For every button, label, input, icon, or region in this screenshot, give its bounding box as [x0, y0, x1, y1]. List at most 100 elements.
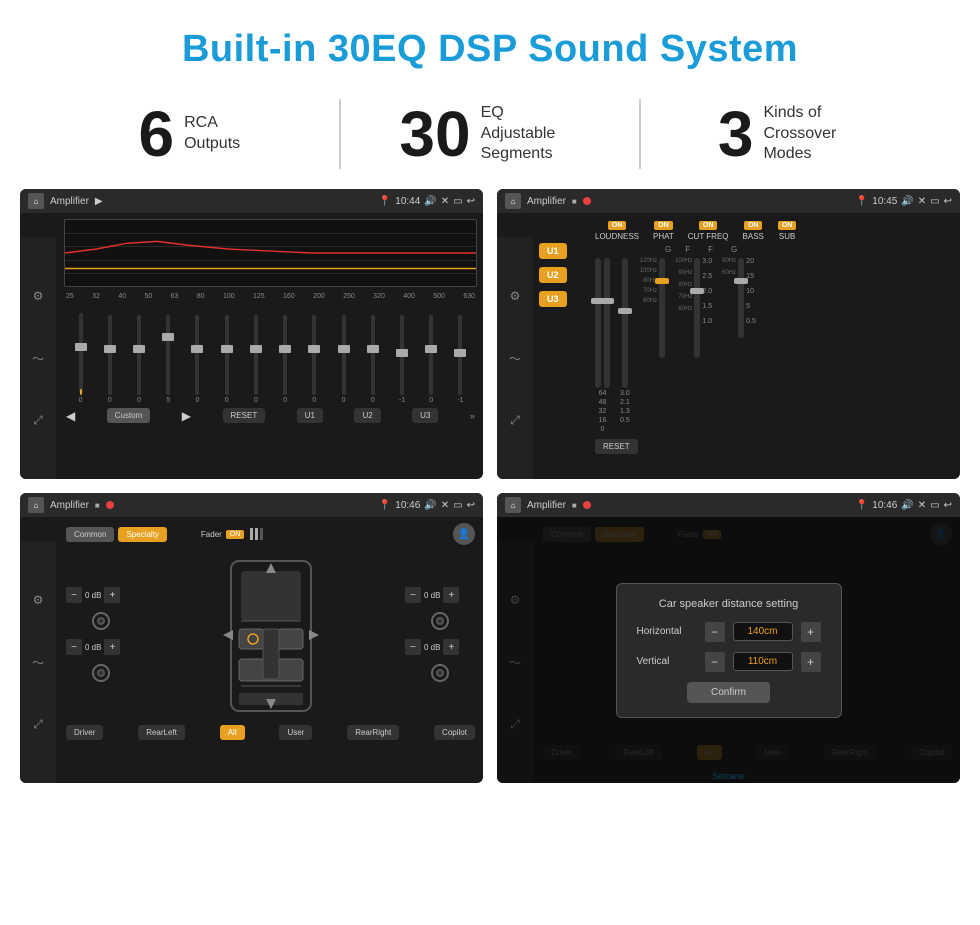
speaker-tune-icon[interactable]: ⚙ — [26, 588, 50, 612]
eq-thumb-5[interactable] — [221, 345, 233, 353]
speaker-common-btn[interactable]: Common — [66, 527, 114, 542]
eq-prev-icon[interactable]: ◀ — [66, 409, 75, 423]
eq-track-11[interactable] — [400, 315, 404, 395]
eq-thumb-3[interactable] — [162, 333, 174, 341]
amp-cutfreq-thumb[interactable] — [655, 278, 669, 284]
eq-thumb-13[interactable] — [454, 349, 466, 357]
speaker-window-icon[interactable]: ▭ — [453, 500, 462, 511]
eq-track-5[interactable] — [225, 315, 229, 395]
eq-u3-btn[interactable]: U3 — [412, 408, 438, 423]
eq-play-icon[interactable]: ▶ — [95, 196, 103, 207]
amp-on-phat[interactable]: ON — [654, 221, 673, 230]
speaker-rr-minus[interactable]: − — [405, 639, 421, 655]
distance-home-icon[interactable]: ⌂ — [505, 497, 521, 513]
amp-back-icon[interactable]: ↩ — [944, 196, 952, 207]
eq-track-9[interactable] — [342, 315, 346, 395]
distance-vol-icon[interactable]: 🔊 — [901, 500, 913, 511]
eq-thumb-7[interactable] — [279, 345, 291, 353]
amp-bass-track1[interactable] — [694, 258, 700, 358]
speaker-rearleft-btn[interactable]: RearLeft — [138, 725, 185, 740]
amp-cutfreq-track[interactable] — [659, 258, 665, 358]
speaker-fader-on[interactable]: ON — [226, 530, 245, 539]
eq-u1-btn[interactable]: U1 — [297, 408, 323, 423]
eq-track-12[interactable] — [429, 315, 433, 395]
amp-on-cutfreq[interactable]: ON — [699, 221, 718, 230]
speaker-fl-minus[interactable]: − — [66, 587, 82, 603]
eq-thumb-0[interactable] — [75, 343, 87, 351]
eq-track-8[interactable] — [312, 315, 316, 395]
eq-vol-icon[interactable]: 🔊 — [424, 196, 436, 207]
amp-reset-btn[interactable]: RESET — [595, 439, 638, 454]
eq-track-13[interactable] — [458, 315, 462, 395]
eq-track-0[interactable] — [79, 313, 83, 393]
eq-track-10[interactable] — [371, 315, 375, 395]
amp-on-loudness[interactable]: ON — [608, 221, 627, 230]
confirm-button[interactable]: Confirm — [687, 682, 770, 703]
eq-thumb-1[interactable] — [104, 345, 116, 353]
eq-track-2[interactable] — [137, 315, 141, 395]
eq-thumb-10[interactable] — [367, 345, 379, 353]
speaker-copilot-btn[interactable]: Copilot — [434, 725, 475, 740]
speaker-vol-icon[interactable]: 🔊 — [424, 500, 436, 511]
dialog-horizontal-minus[interactable]: − — [705, 622, 725, 642]
eq-wave-icon[interactable]: 〜 — [26, 346, 50, 370]
speaker-specialty-btn[interactable]: Specialty — [118, 527, 166, 542]
eq-track-4[interactable] — [195, 315, 199, 395]
eq-thumb-6[interactable] — [250, 345, 262, 353]
dialog-horizontal-plus[interactable]: + — [801, 622, 821, 642]
eq-close-icon[interactable]: ✕ — [441, 196, 449, 207]
amp-u2-btn[interactable]: U2 — [539, 267, 567, 283]
eq-back-icon[interactable]: ↩ — [467, 196, 475, 207]
speaker-rl-minus[interactable]: − — [66, 639, 82, 655]
eq-thumb-12[interactable] — [425, 345, 437, 353]
amp-u1-btn[interactable]: U1 — [539, 243, 567, 259]
amp-vol-icon[interactable]: 🔊 — [901, 196, 913, 207]
speaker-home-icon[interactable]: ⌂ — [28, 497, 44, 513]
amp-on-bass[interactable]: ON — [744, 221, 763, 230]
amp-sub-track[interactable] — [738, 258, 744, 338]
amp-loudness-track1[interactable] — [595, 258, 601, 388]
speaker-wave-icon[interactable]: 〜 — [26, 650, 50, 674]
speaker-back-icon[interactable]: ↩ — [467, 500, 475, 511]
speaker-avatar-icon[interactable]: 👤 — [453, 523, 475, 545]
eq-thumb-2[interactable] — [133, 345, 145, 353]
speaker-rl-plus[interactable]: + — [104, 639, 120, 655]
eq-window-icon[interactable]: ▭ — [453, 196, 462, 207]
eq-arrows-icon[interactable]: ⤢ — [26, 409, 50, 433]
amp-phat-thumb[interactable] — [618, 308, 632, 314]
speaker-driver-btn[interactable]: Driver — [66, 725, 103, 740]
speaker-rearright-btn[interactable]: RearRight — [347, 725, 399, 740]
amp-loudness-thumb2[interactable] — [600, 298, 614, 304]
eq-track-7[interactable] — [283, 315, 287, 395]
eq-tune-icon[interactable]: ⚙ — [26, 284, 50, 308]
amp-bass-thumb1[interactable] — [690, 288, 704, 294]
amp-home-icon[interactable]: ⌂ — [505, 193, 521, 209]
eq-thumb-11[interactable] — [396, 349, 408, 357]
amp-phat-track[interactable] — [622, 258, 628, 388]
eq-thumb-4[interactable] — [191, 345, 203, 353]
dialog-vertical-plus[interactable]: + — [801, 652, 821, 672]
distance-window-icon[interactable]: ▭ — [930, 500, 939, 511]
home-icon[interactable]: ⌂ — [28, 193, 44, 209]
amp-sub-thumb[interactable] — [734, 278, 748, 284]
speaker-user-btn[interactable]: User — [279, 725, 312, 740]
eq-scroll-right[interactable]: » — [470, 411, 475, 421]
amp-arrows-icon[interactable]: ⤢ — [503, 409, 527, 433]
eq-track-3[interactable] — [166, 315, 170, 395]
speaker-all-btn[interactable]: All — [220, 725, 245, 740]
dialog-vertical-minus[interactable]: − — [705, 652, 725, 672]
speaker-rr-plus[interactable]: + — [443, 639, 459, 655]
amp-u3-btn[interactable]: U3 — [539, 291, 567, 307]
speaker-fr-plus[interactable]: + — [443, 587, 459, 603]
eq-track-6[interactable] — [254, 315, 258, 395]
amp-tune-icon[interactable]: ⚙ — [503, 284, 527, 308]
amp-loudness-track2[interactable] — [604, 258, 610, 388]
distance-close-icon[interactable]: ✕ — [918, 500, 926, 511]
speaker-fl-plus[interactable]: + — [104, 587, 120, 603]
eq-custom-btn[interactable]: Custom — [107, 408, 151, 423]
eq-u2-btn[interactable]: U2 — [354, 408, 380, 423]
speaker-close-icon[interactable]: ✕ — [441, 500, 449, 511]
amp-close-icon[interactable]: ✕ — [918, 196, 926, 207]
amp-wave-icon[interactable]: 〜 — [503, 346, 527, 370]
speaker-arrows-icon[interactable]: ⤢ — [26, 713, 50, 737]
